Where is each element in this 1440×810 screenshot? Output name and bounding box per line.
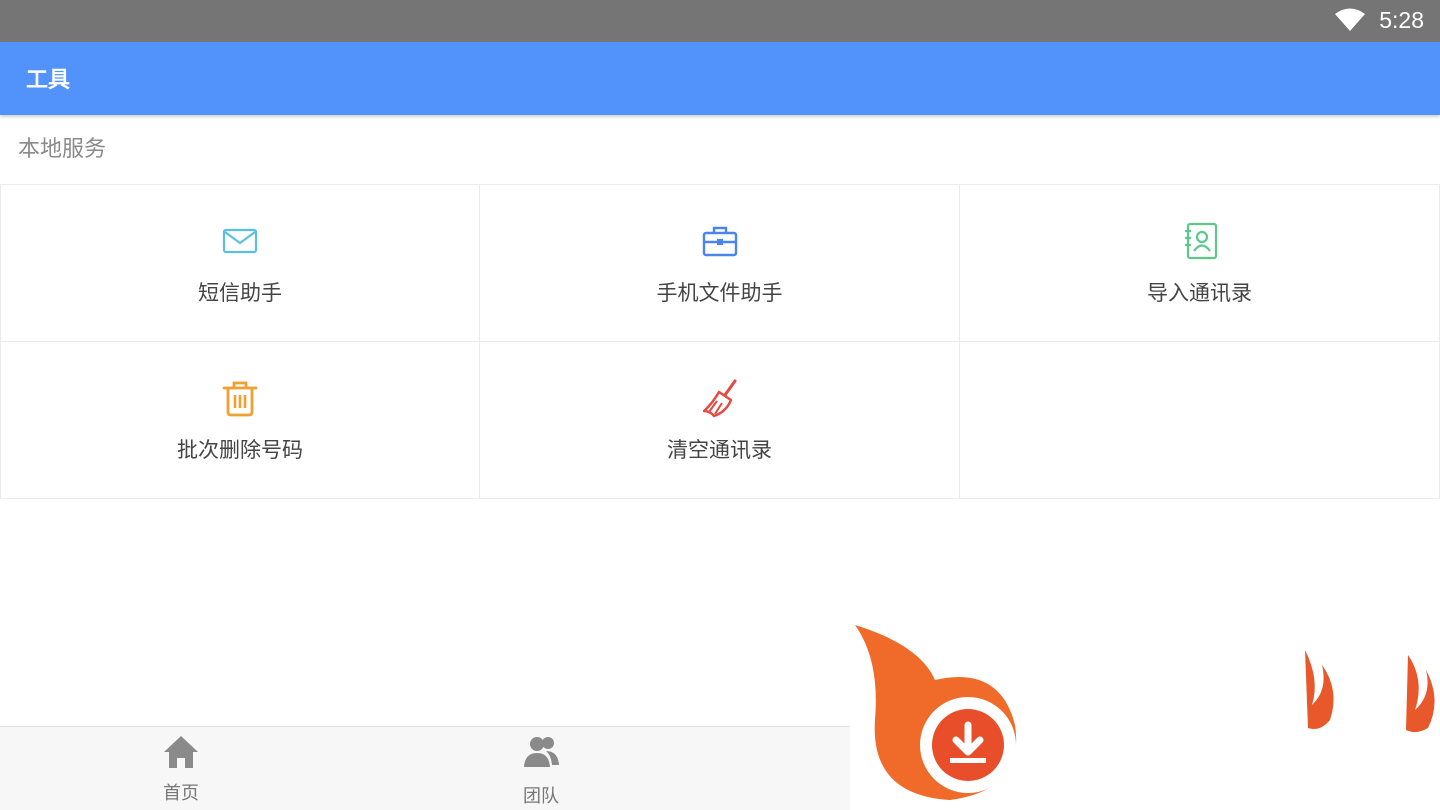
briefcase-icon — [702, 226, 737, 257]
empty-cell — [960, 342, 1440, 499]
section-title: 本地服务 — [18, 137, 107, 162]
tool-batch-delete-numbers[interactable]: 批次删除号码 — [0, 342, 480, 499]
tool-label: 手机文件助手 — [656, 281, 783, 305]
nav-home[interactable]: 首页 — [81, 727, 281, 810]
watermark — [850, 620, 1440, 810]
tool-label: 清空通讯录 — [667, 438, 772, 462]
broom-icon — [702, 379, 736, 418]
home-icon — [164, 736, 198, 768]
contact-book-icon — [1184, 222, 1217, 260]
watermark-logo — [855, 625, 1435, 800]
tool-clear-contacts[interactable]: 清空通讯录 — [480, 342, 960, 499]
tool-label: 批次删除号码 — [177, 438, 303, 462]
nav-team-label: 团队 — [523, 786, 559, 807]
tool-grid: 短信助手 手机文件助手 导入通讯录 批次删除号码 清空通讯录 — [0, 184, 1440, 499]
nav-home-label: 首页 — [163, 783, 199, 804]
wifi-icon — [1335, 8, 1365, 31]
team-icon — [524, 737, 559, 767]
tool-sms-assistant[interactable]: 短信助手 — [0, 185, 480, 342]
app-bar: 工具 — [0, 42, 1440, 115]
tool-label: 短信助手 — [198, 281, 282, 305]
status-clock: 5:28 — [1379, 7, 1424, 33]
status-bar: 5:28 — [0, 0, 1440, 42]
tool-label: 导入通讯录 — [1147, 281, 1252, 305]
tool-import-contacts[interactable]: 导入通讯录 — [960, 185, 1440, 342]
tool-phone-file-assistant[interactable]: 手机文件助手 — [480, 185, 960, 342]
page-title: 工具 — [26, 68, 71, 93]
trash-icon — [222, 381, 258, 417]
nav-team[interactable]: 团队 — [441, 727, 641, 810]
envelope-icon — [222, 228, 258, 254]
